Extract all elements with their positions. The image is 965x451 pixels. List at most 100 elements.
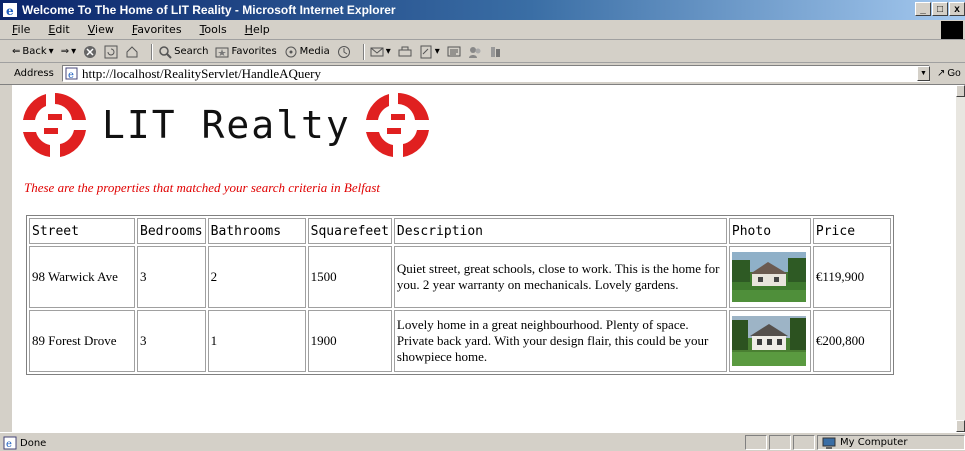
cell-bedrooms: 3 — [137, 310, 206, 372]
cell-price: €119,900 — [812, 246, 891, 308]
go-button[interactable]: ↗ Go — [937, 68, 961, 79]
discuss-button[interactable] — [447, 45, 461, 59]
status-panel — [745, 435, 767, 450]
media-icon — [285, 46, 297, 57]
results-table: Street Bedrooms Bathrooms Squarefeet Des… — [26, 215, 894, 375]
favorites-icon — [215, 47, 229, 57]
mail-icon — [370, 47, 384, 56]
column-header-description: Description — [393, 218, 727, 244]
edit-page-icon — [420, 45, 432, 58]
status-text: e Done — [3, 436, 46, 450]
menu-favorites[interactable]: Favorites — [124, 23, 190, 36]
maximize-button[interactable]: □ — [932, 2, 948, 16]
house-photo[interactable] — [731, 252, 806, 302]
cell-squarefeet: 1900 — [307, 310, 392, 372]
menu-help[interactable]: Help — [237, 23, 278, 36]
column-header-price: Price — [812, 218, 891, 244]
forward-button[interactable]: ⇒ ▾ — [61, 46, 76, 57]
ie-icon: e — [3, 3, 17, 17]
messenger-icon — [468, 46, 481, 58]
column-header-bathrooms: Bathrooms — [207, 218, 306, 244]
stop-icon — [84, 45, 97, 58]
search-button[interactable]: Search — [158, 45, 208, 59]
column-header-photo: Photo — [728, 218, 811, 244]
status-panel — [793, 435, 815, 450]
menu-bar: File Edit View Favorites Tools Help — [0, 20, 965, 40]
address-dropdown-button[interactable]: ▼ — [917, 66, 930, 81]
forward-arrow-icon: ⇒ — [60, 46, 70, 57]
minimize-button[interactable]: _ — [915, 2, 931, 16]
cell-photo — [728, 246, 811, 308]
refresh-icon — [104, 45, 118, 58]
address-bar: Address e http://localhost/RealityServle… — [0, 63, 965, 85]
svg-text:e: e — [6, 439, 12, 450]
home-icon — [126, 45, 138, 57]
search-icon — [159, 45, 172, 59]
logo-right — [365, 93, 429, 157]
print-icon — [398, 46, 412, 56]
windows-logo-icon — [941, 21, 963, 39]
scroll-down-button[interactable] — [956, 420, 965, 432]
menu-file[interactable]: File — [4, 23, 38, 36]
scroll-up-button[interactable] — [956, 85, 965, 97]
favorites-button[interactable]: Favorites — [215, 45, 277, 59]
toolbar-separator — [362, 43, 365, 60]
address-input[interactable]: e http://localhost/RealityServlet/Handle… — [62, 65, 930, 82]
search-results-subtitle: These are the properties that matched yo… — [24, 180, 380, 195]
window-left-edge — [0, 85, 12, 432]
cell-squarefeet: 1500 — [307, 246, 392, 308]
svg-text:e: e — [68, 70, 74, 80]
home-button[interactable] — [125, 45, 139, 59]
stop-button[interactable] — [83, 45, 97, 59]
go-arrow-icon: ↗ — [937, 68, 946, 79]
window-titlebar: e Welcome To The Home of LIT Reality - M… — [0, 0, 965, 20]
status-bar: e Done My Computer — [0, 432, 965, 451]
cell-street: 89 Forest Drove — [29, 310, 135, 372]
history-button[interactable] — [337, 45, 351, 59]
cell-description: Quiet street, great schools, close to wo… — [393, 246, 727, 308]
cell-photo — [728, 310, 811, 372]
table-header-row: Street Bedrooms Bathrooms Squarefeet Des… — [29, 218, 891, 244]
research-button[interactable] — [489, 45, 503, 59]
cell-price: €200,800 — [812, 310, 891, 372]
edit-button[interactable]: ▾ — [419, 45, 440, 59]
column-header-street: Street — [29, 218, 135, 244]
menu-edit[interactable]: Edit — [40, 23, 77, 36]
messenger-button[interactable] — [468, 45, 482, 59]
logo-left — [23, 93, 86, 157]
house-photo[interactable] — [731, 316, 806, 366]
window-controls: _ □ x — [915, 2, 965, 16]
menu-tools[interactable]: Tools — [192, 23, 235, 36]
window-title: Welcome To The Home of LIT Reality - Mic… — [22, 3, 396, 17]
address-url: http://localhost/RealityServlet/HandleAQ… — [82, 66, 322, 81]
brand-title: LIT Realty — [102, 103, 351, 147]
site-header: LIT Realty — [20, 90, 433, 160]
my-computer-icon — [822, 437, 836, 449]
page-viewport: LIT Realty These are the properties that… — [12, 85, 956, 432]
status-panel — [769, 435, 791, 450]
address-label: Address — [14, 68, 54, 79]
close-button[interactable]: x — [949, 2, 965, 16]
media-button[interactable]: Media — [284, 45, 330, 59]
back-button[interactable]: ⇐ Back ▾ — [12, 46, 54, 57]
print-button[interactable] — [398, 45, 412, 59]
vertical-scrollbar[interactable] — [956, 85, 965, 432]
mail-button[interactable]: ▾ — [370, 45, 391, 59]
cell-street: 98 Warwick Ave — [29, 246, 135, 308]
page-done-icon: e — [3, 436, 17, 450]
research-icon — [490, 46, 500, 57]
table-row: 98 Warwick Ave 3 2 1500 Quiet street, gr… — [29, 246, 891, 308]
cell-description: Lovely home in a great neighbourhood. Pl… — [393, 310, 727, 372]
table-row: 89 Forest Drove 3 1 1900 Lovely home in … — [29, 310, 891, 372]
cell-bathrooms: 2 — [207, 246, 306, 308]
back-arrow-icon: ⇐ — [12, 46, 21, 57]
column-header-bedrooms: Bedrooms — [137, 218, 206, 244]
svg-text:e: e — [6, 4, 14, 17]
toolbar: ⇐ Back ▾ ⇒ ▾ Search Favorites Media ▾ ▾ — [0, 41, 965, 63]
menu-view[interactable]: View — [80, 23, 122, 36]
page-icon: e — [65, 67, 78, 80]
history-icon — [337, 45, 350, 58]
cell-bedrooms: 3 — [137, 246, 206, 308]
refresh-button[interactable] — [104, 45, 118, 59]
column-header-squarefeet: Squarefeet — [307, 218, 392, 244]
